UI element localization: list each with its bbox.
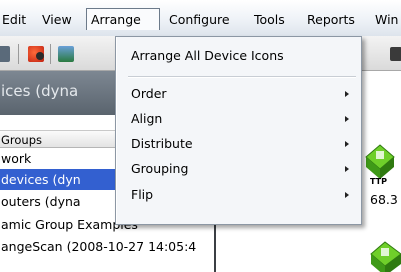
submenu-arrow-icon	[345, 166, 349, 172]
menu-item-label: Distribute	[131, 136, 193, 151]
device-node[interactable]	[369, 236, 401, 272]
menu-item-label: Order	[131, 86, 167, 101]
flip-item[interactable]: Flip	[131, 184, 353, 206]
menu-configure[interactable]: Configure	[169, 11, 230, 29]
menu-tools[interactable]: Tools	[254, 11, 285, 29]
menu-view[interactable]: View	[42, 11, 72, 29]
submenu-arrow-icon	[345, 192, 349, 198]
menu-edit[interactable]: Edit	[2, 11, 26, 29]
device-icon	[370, 241, 401, 272]
toolbar-icon-d[interactable]	[390, 47, 401, 61]
grouping-item[interactable]: Grouping	[131, 158, 353, 180]
arrange-dropdown-menu: Arrange All Device Icons Order Align Dis…	[115, 36, 362, 225]
order-item[interactable]: Order	[131, 83, 353, 105]
view-title: ices (dyna	[1, 82, 79, 100]
device-node[interactable]: TTP	[362, 137, 396, 186]
toolbar-separator	[50, 44, 51, 64]
menu-reports[interactable]: Reports	[307, 11, 355, 29]
menu-item-label: Flip	[131, 187, 154, 202]
device-icon	[365, 144, 395, 179]
menu-arrange[interactable]: Arrange	[86, 8, 160, 30]
toolbar-separator	[18, 44, 19, 64]
menu-item-label: Align	[131, 111, 163, 126]
menu-separator	[128, 76, 356, 78]
menu-item-label: Grouping	[131, 161, 189, 176]
submenu-arrow-icon	[345, 141, 349, 147]
device-tag-label: TTP	[370, 177, 387, 186]
menu-window[interactable]: Win	[375, 11, 398, 29]
toolbar-icon-c[interactable]	[58, 46, 74, 62]
device-address-label: 68.3	[370, 192, 398, 207]
submenu-arrow-icon	[345, 116, 349, 122]
arrange-all-device-icons-item[interactable]: Arrange All Device Icons	[131, 45, 353, 67]
submenu-arrow-icon	[345, 91, 349, 97]
toolbar-icon-a[interactable]	[0, 46, 10, 62]
menu-item-label: Arrange All Device Icons	[131, 48, 284, 63]
align-item[interactable]: Align	[131, 108, 353, 130]
tree-item[interactable]: angeScan (2008-10-27 14:05:4	[0, 236, 212, 257]
toolbar-icon-b[interactable]	[28, 46, 44, 62]
menu-bar: Edit View Arrange Configure Tools Report…	[0, 0, 401, 37]
distribute-item[interactable]: Distribute	[131, 133, 353, 155]
